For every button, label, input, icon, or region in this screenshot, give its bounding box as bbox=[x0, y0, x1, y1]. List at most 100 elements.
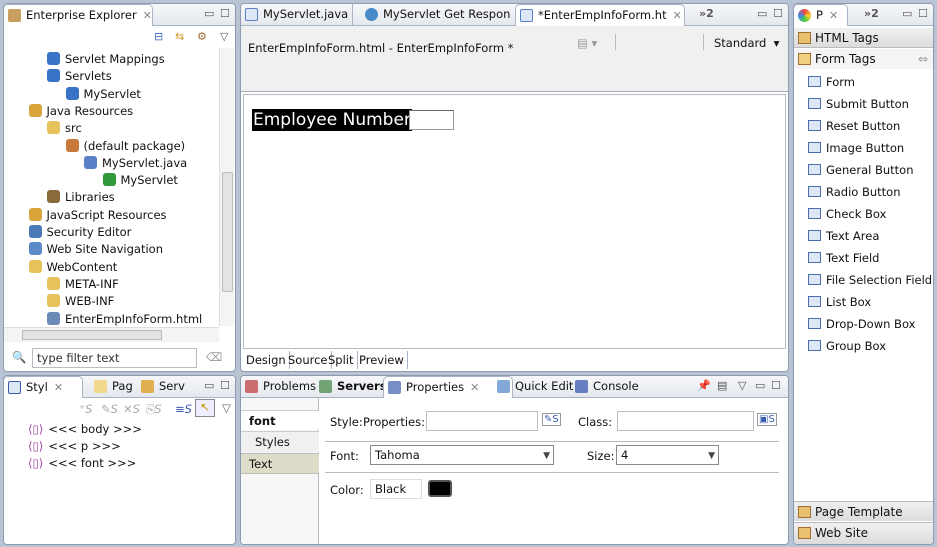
drawer-page-template[interactable]: Page Template bbox=[794, 501, 933, 521]
horizontal-scrollbar[interactable] bbox=[4, 327, 219, 342]
employee-number-label[interactable]: Employee Number bbox=[252, 109, 412, 131]
collapse-all-icon[interactable]: ⊟ bbox=[154, 30, 163, 43]
tree-item[interactable]: WebContent bbox=[28, 259, 117, 276]
view-tab-design[interactable]: Design bbox=[243, 351, 290, 369]
view-tab-preview[interactable]: Preview bbox=[356, 351, 408, 369]
filter-icon[interactable]: ⚙ bbox=[197, 30, 207, 43]
tab-servers[interactable]: Serv bbox=[137, 376, 185, 398]
tree-item[interactable]: Web Site Navigation bbox=[28, 241, 163, 258]
minimize-icon[interactable]: ▭ bbox=[755, 379, 765, 392]
tab-servers[interactable]: Servers bbox=[315, 376, 387, 398]
tree-item[interactable]: Servlets bbox=[47, 68, 112, 85]
minimize-icon[interactable]: ▭ bbox=[902, 7, 912, 20]
style-properties-input[interactable] bbox=[426, 411, 538, 431]
tree-item[interactable]: src bbox=[47, 120, 82, 137]
tab-console[interactable]: Console bbox=[571, 376, 641, 398]
tab-myservlet-get-response[interactable]: MyServlet Get Respon bbox=[361, 4, 513, 26]
maximize-icon[interactable]: ☐ bbox=[220, 379, 230, 392]
style-sheet-icon[interactable]: ≡S bbox=[175, 402, 192, 416]
color-swatch-button[interactable] bbox=[428, 480, 452, 497]
vertical-scrollbar[interactable] bbox=[219, 48, 234, 326]
side-tab-font[interactable]: font bbox=[241, 410, 319, 430]
select-class-icon[interactable]: ▣S bbox=[757, 413, 777, 426]
tree-item[interactable]: META-INF bbox=[47, 276, 119, 293]
palette-item[interactable]: File Selection Field bbox=[808, 269, 932, 291]
tab-styles[interactable]: Styl ✕ bbox=[4, 376, 83, 398]
tree-item[interactable]: Security Editor bbox=[28, 224, 131, 241]
maximize-icon[interactable]: ☐ bbox=[220, 7, 230, 20]
palette-item[interactable]: Submit Button bbox=[808, 93, 909, 115]
tree-item[interactable]: MyServlet.java bbox=[84, 155, 187, 172]
layout-icon[interactable]: ▤ bbox=[717, 379, 727, 392]
more-tabs-button[interactable]: »2 bbox=[699, 7, 714, 20]
copy-style-icon[interactable]: ⎘S bbox=[145, 402, 162, 417]
palette-item[interactable]: Text Area bbox=[808, 225, 879, 247]
close-icon[interactable]: ✕ bbox=[143, 9, 152, 22]
design-canvas[interactable]: Employee Number bbox=[243, 94, 786, 349]
drawer-form-tags[interactable]: Form Tags ⇔ bbox=[794, 49, 933, 69]
filter-input[interactable]: type filter text bbox=[32, 348, 197, 368]
style-rule-item[interactable]: ⟨▯⟩ <<< font >>> bbox=[28, 455, 136, 472]
tree-item[interactable]: Java Resources bbox=[28, 103, 133, 120]
font-combo[interactable]: Tahoma ▼ bbox=[370, 445, 554, 465]
tab-page[interactable]: Pag bbox=[90, 376, 133, 398]
link-with-editor-icon[interactable]: ⇆ bbox=[175, 30, 184, 43]
palette-item[interactable]: Reset Button bbox=[808, 115, 900, 137]
palette-item[interactable]: Check Box bbox=[808, 203, 886, 225]
view-menu-icon[interactable]: ▽ bbox=[222, 401, 231, 415]
color-input[interactable]: Black bbox=[370, 479, 422, 499]
drawer-web-site-navigation[interactable]: Web Site Navigation bbox=[794, 522, 933, 544]
tree-item[interactable]: MyServlet bbox=[102, 172, 178, 189]
view-menu-icon[interactable]: ▽ bbox=[220, 30, 228, 43]
palette-item[interactable]: Text Field bbox=[808, 247, 879, 269]
tab-quick-edit[interactable]: Quick Edit bbox=[493, 376, 573, 398]
tree-item[interactable]: Servlet Mappings bbox=[47, 51, 165, 68]
palette-item[interactable]: Drop-Down Box bbox=[808, 313, 915, 335]
tab-problems[interactable]: Problems bbox=[241, 376, 316, 398]
tab-myservlet-java[interactable]: MyServlet.java bbox=[241, 4, 353, 26]
mode-dropdown[interactable]: Standard ▾ bbox=[714, 36, 779, 50]
maximize-icon[interactable]: ☐ bbox=[773, 7, 783, 20]
minimize-icon[interactable]: ▭ bbox=[204, 7, 214, 20]
view-menu-icon[interactable]: ▽ bbox=[738, 379, 746, 392]
tab-enterprise-explorer[interactable]: Enterprise Explorer ✕ bbox=[4, 4, 153, 26]
employee-number-textfield[interactable] bbox=[409, 110, 454, 130]
palette-item[interactable]: Group Box bbox=[808, 335, 886, 357]
close-icon[interactable]: ✕ bbox=[829, 9, 838, 22]
more-tabs-button[interactable]: »2 bbox=[864, 7, 879, 20]
maximize-icon[interactable]: ☐ bbox=[771, 379, 781, 392]
palette-item[interactable]: General Button bbox=[808, 159, 914, 181]
tree-item[interactable]: Libraries bbox=[47, 189, 115, 206]
edit-style-icon[interactable]: ✎S bbox=[542, 413, 561, 426]
chevron-down-icon[interactable]: ▼ bbox=[543, 447, 550, 465]
edit-style-icon[interactable]: ✎S bbox=[101, 402, 118, 416]
side-tab-styles[interactable]: Styles bbox=[241, 431, 319, 452]
pin-icon[interactable]: 📌 bbox=[697, 379, 711, 392]
page-properties-icon[interactable]: ▤ ▾ bbox=[577, 36, 597, 50]
close-icon[interactable]: ✕ bbox=[673, 9, 682, 22]
close-icon[interactable]: ✕ bbox=[470, 381, 479, 394]
tree-item[interactable]: EnterEmpInfoForm.html bbox=[47, 311, 202, 327]
size-combo[interactable]: 4 ▼ bbox=[616, 445, 719, 465]
palette-item[interactable]: Image Button bbox=[808, 137, 904, 159]
select-icon[interactable]: ↖ bbox=[195, 399, 215, 417]
class-input[interactable] bbox=[617, 411, 754, 431]
tree-item[interactable]: JavaScript Resources bbox=[28, 207, 167, 224]
minimize-icon[interactable]: ▭ bbox=[757, 7, 767, 20]
tree-item[interactable]: (default package) bbox=[65, 138, 185, 155]
style-rule-item[interactable]: ⟨▯⟩ <<< p >>> bbox=[28, 438, 121, 455]
close-icon[interactable]: ✕ bbox=[54, 381, 63, 394]
palette-item[interactable]: Form bbox=[808, 71, 855, 93]
chevron-down-icon[interactable]: ▼ bbox=[708, 447, 715, 465]
delete-style-icon[interactable]: ✕S bbox=[123, 402, 140, 416]
palette-item[interactable]: Radio Button bbox=[808, 181, 901, 203]
clear-filter-icon[interactable]: ⌫ bbox=[206, 350, 222, 364]
style-rule-item[interactable]: ⟨▯⟩ <<< body >>> bbox=[28, 421, 142, 438]
scroll-thumb[interactable] bbox=[22, 330, 162, 340]
tree-item[interactable]: MyServlet bbox=[65, 86, 141, 103]
minimize-icon[interactable]: ▭ bbox=[204, 379, 214, 392]
add-style-icon[interactable]: ⁺S bbox=[79, 402, 92, 416]
tree-item[interactable]: WEB-INF bbox=[47, 293, 114, 310]
tab-enterempinfoform[interactable]: *EnterEmpInfoForm.ht ✕ bbox=[515, 4, 685, 26]
pin-drawer-icon[interactable]: ⇔ bbox=[918, 49, 928, 69]
